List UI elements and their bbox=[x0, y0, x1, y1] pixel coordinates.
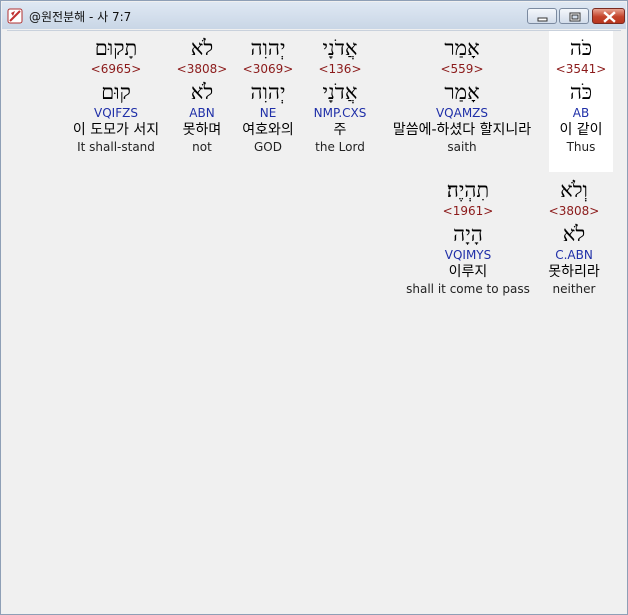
hebrew-word: אֲדֹנָי bbox=[322, 36, 358, 60]
close-button[interactable] bbox=[592, 8, 625, 24]
hebrew-word: יְהוִה bbox=[250, 36, 286, 60]
morph-code[interactable]: AB bbox=[549, 105, 613, 121]
hebrew-lemma: הָיָה bbox=[453, 222, 483, 246]
maximize-button[interactable] bbox=[559, 8, 589, 24]
korean-gloss: 주 bbox=[333, 122, 347, 138]
strong-number[interactable]: <1961> bbox=[403, 203, 533, 219]
strong-number[interactable]: <3541> bbox=[549, 61, 613, 77]
english-gloss: saith bbox=[447, 140, 477, 154]
korean-gloss: 이 도모가 서지 bbox=[72, 122, 160, 138]
minimize-button[interactable] bbox=[527, 8, 557, 24]
english-gloss: not bbox=[192, 140, 212, 154]
hebrew-word: תִהְיֶה׃ bbox=[446, 178, 490, 202]
hebrew-word: וְלֹא bbox=[560, 178, 588, 202]
close-icon bbox=[603, 11, 616, 23]
strong-number[interactable]: <6965> bbox=[61, 61, 171, 77]
hebrew-lemma: כֹּה bbox=[569, 80, 593, 104]
strong-number[interactable]: <3808> bbox=[173, 61, 231, 77]
word-block[interactable]: כֹּה <3541> כֹּה AB 이 같이 Thus bbox=[549, 35, 613, 155]
word-block[interactable]: וְלֹא <3808> לֹא C.ABN 못하리라 neither bbox=[539, 177, 609, 297]
minimize-icon bbox=[537, 17, 548, 22]
app-window: @원전분해 - 사 7:7 כֹּה <3541> כֹּה AB 이 같이 T… bbox=[0, 0, 628, 615]
morph-code[interactable]: VQIMYS bbox=[403, 247, 533, 263]
word-block[interactable]: אֲדֹנָי <136> אֲדֹנָי NMP.CXS 주 the Lord bbox=[305, 35, 375, 155]
hebrew-word: אָמַר bbox=[444, 36, 480, 60]
morph-code[interactable]: ABN bbox=[173, 105, 231, 121]
hebrew-lemma: לֹא bbox=[562, 222, 586, 246]
strong-number[interactable]: <136> bbox=[305, 61, 375, 77]
korean-gloss: 이 같이 bbox=[559, 122, 603, 138]
hebrew-lemma: אָמַר bbox=[444, 80, 480, 104]
english-gloss: neither bbox=[552, 282, 596, 296]
hebrew-lemma: יְהוִה bbox=[250, 80, 286, 104]
app-icon bbox=[7, 8, 23, 24]
hebrew-lemma: לֹא bbox=[190, 80, 214, 104]
morph-code[interactable]: NMP.CXS bbox=[305, 105, 375, 121]
english-gloss: the Lord bbox=[315, 140, 365, 154]
word-block[interactable]: תִהְיֶה׃ <1961> הָיָה VQIMYS 이루지 shall i… bbox=[403, 177, 533, 297]
korean-gloss: 여호와의 bbox=[242, 122, 294, 138]
english-gloss: shall it come to pass bbox=[406, 282, 530, 296]
hebrew-lemma: אֲדֹנָי bbox=[322, 80, 358, 104]
interlinear-area: כֹּה <3541> כֹּה AB 이 같이 Thus אָמַר <559… bbox=[7, 30, 621, 611]
hebrew-word: תָקוּם bbox=[94, 36, 138, 60]
word-block[interactable]: אָמַר <559> אָמַר VQAMZS 말씀에-하셨다 할지니라 sa… bbox=[381, 35, 543, 155]
hebrew-word: כֹּה bbox=[569, 36, 593, 60]
english-gloss: Thus bbox=[566, 140, 596, 154]
english-gloss: GOD bbox=[254, 140, 282, 154]
strong-number[interactable]: <3069> bbox=[235, 61, 301, 77]
korean-gloss: 못하며 bbox=[182, 122, 222, 138]
restore-icon bbox=[569, 12, 581, 22]
korean-gloss: 이루지 bbox=[448, 264, 488, 280]
word-block[interactable]: תָקוּם <6965> קוּם VQIFZS 이 도모가 서지 It sh… bbox=[61, 35, 171, 155]
korean-gloss: 못하리라 bbox=[548, 264, 600, 280]
strong-number[interactable]: <3808> bbox=[539, 203, 609, 219]
english-gloss: It shall-stand bbox=[77, 140, 155, 154]
hebrew-word: לֹא bbox=[190, 36, 214, 60]
morph-code[interactable]: VQAMZS bbox=[381, 105, 543, 121]
title-bar[interactable]: @원전분해 - 사 7:7 bbox=[2, 2, 626, 29]
morph-code[interactable]: NE bbox=[235, 105, 301, 121]
korean-gloss: 말씀에-하셨다 할지니라 bbox=[392, 122, 532, 138]
morph-code[interactable]: VQIFZS bbox=[61, 105, 171, 121]
window-title: @원전분해 - 사 7:7 bbox=[29, 10, 132, 24]
word-block[interactable]: לֹא <3808> לֹא ABN 못하며 not bbox=[173, 35, 231, 155]
hebrew-lemma: קוּם bbox=[101, 80, 131, 104]
word-block[interactable]: יְהוִה <3069> יְהוִה NE 여호와의 GOD bbox=[235, 35, 301, 155]
strong-number[interactable]: <559> bbox=[381, 61, 543, 77]
morph-code[interactable]: C.ABN bbox=[539, 247, 609, 263]
